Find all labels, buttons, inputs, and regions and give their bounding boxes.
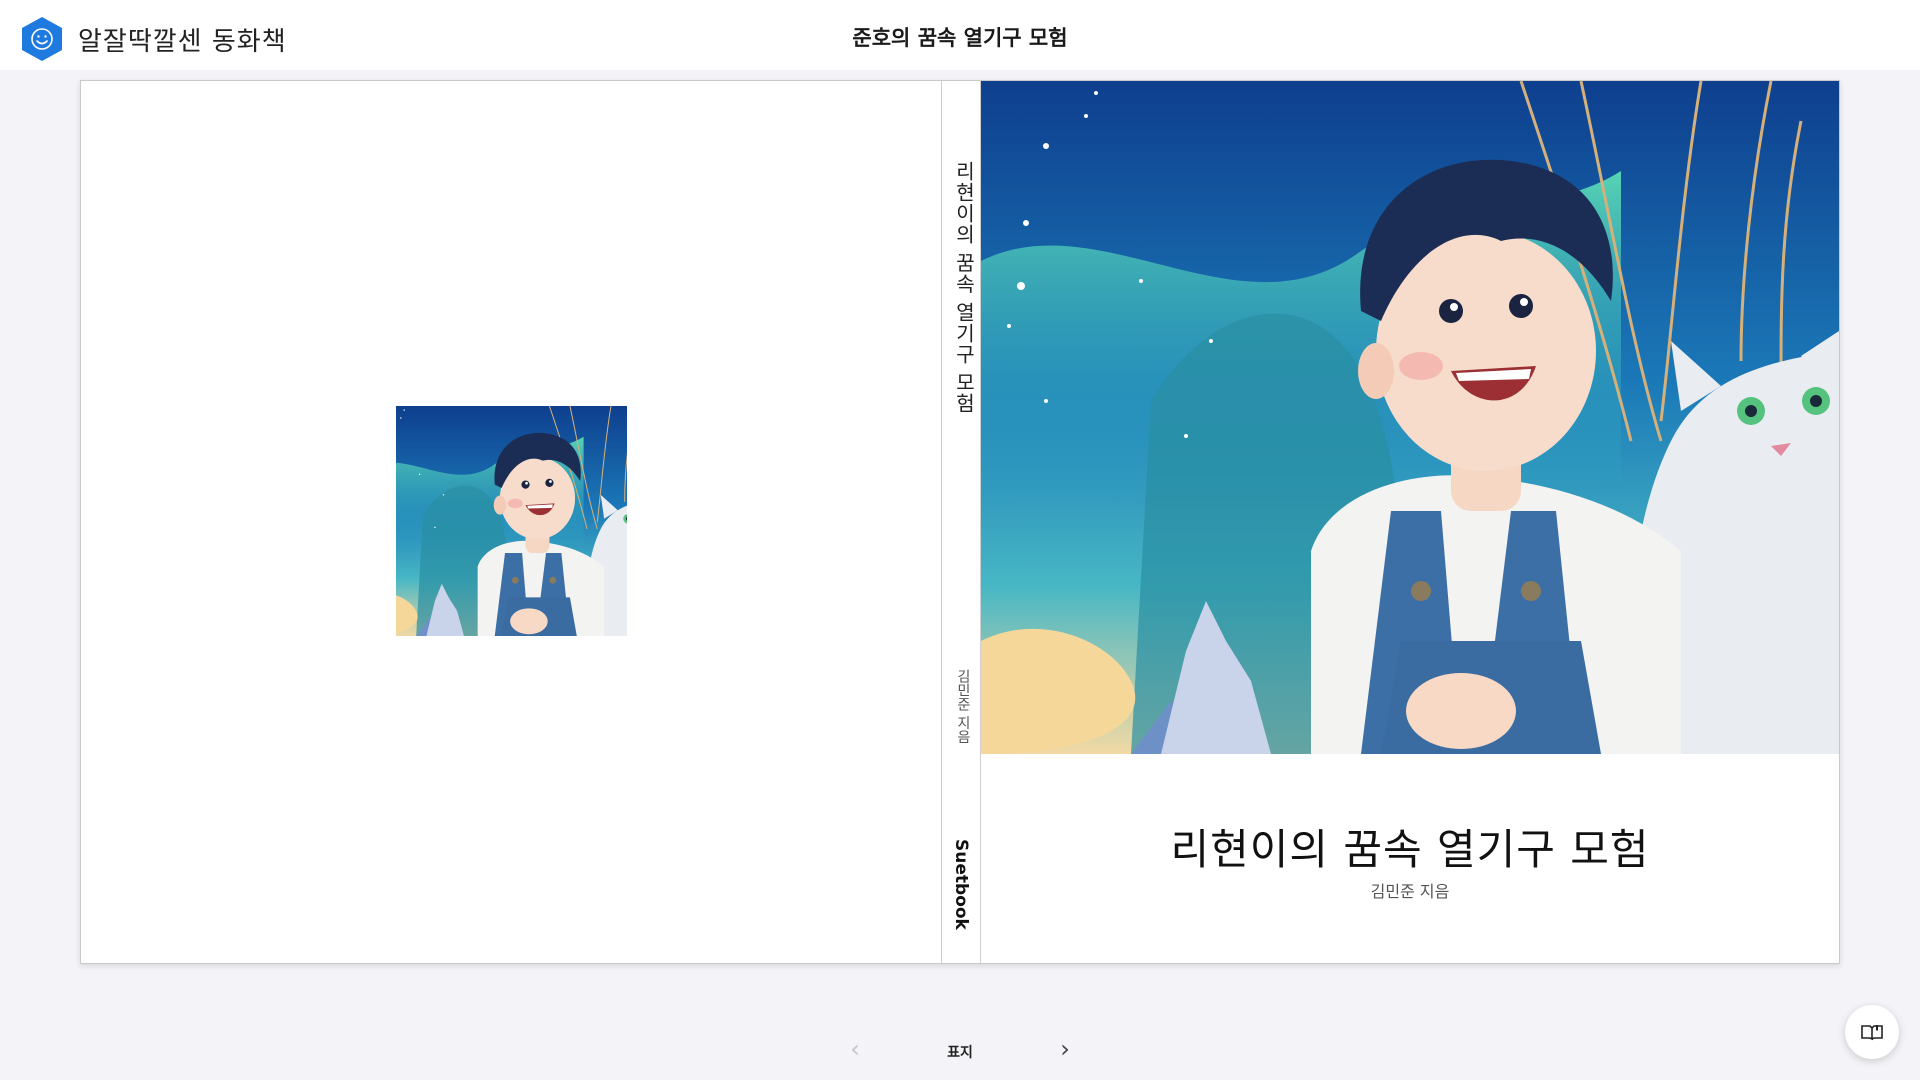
- page-navigator: ‹ 표지 ›: [0, 1035, 1920, 1065]
- next-page-button[interactable]: ›: [1050, 1035, 1080, 1065]
- front-cover: 리현이의 꿈속 열기구 모험 김민준 지음: [981, 81, 1839, 963]
- spine-title: 리현이의 꿈속 열기구 모험: [952, 161, 976, 415]
- reader-mode-button[interactable]: [1845, 1005, 1899, 1059]
- cover-author: 김민준 지음: [1370, 882, 1450, 901]
- previous-page-button[interactable]: ‹: [840, 1035, 870, 1065]
- top-bar: 알잘딱깔센 동화책 준호의 꿈속 열기구 모험: [0, 0, 1920, 70]
- back-cover-illustration: [396, 406, 627, 636]
- back-cover: [81, 81, 941, 963]
- book-spine: 리현이의 꿈속 열기구 모험 김민준 지음 Suetbook: [941, 81, 981, 963]
- chevron-right-icon: ›: [1060, 1035, 1070, 1063]
- document-title: 준호의 꿈속 열기구 모험: [852, 26, 1068, 50]
- spine-publisher: Suetbook: [951, 839, 971, 930]
- chevron-left-icon: ‹: [850, 1035, 860, 1063]
- book-spread: 리현이의 꿈속 열기구 모험 김민준 지음 Suetbook 리현이의 꿈속 열…: [80, 80, 1840, 964]
- front-cover-illustration: [981, 81, 1839, 754]
- spine-author: 김민준 지음: [955, 669, 971, 744]
- page-label: 표지: [947, 1045, 973, 1061]
- cover-title: 리현이의 꿈속 열기구 모험: [1170, 825, 1650, 874]
- open-book-icon: [1861, 1025, 1883, 1041]
